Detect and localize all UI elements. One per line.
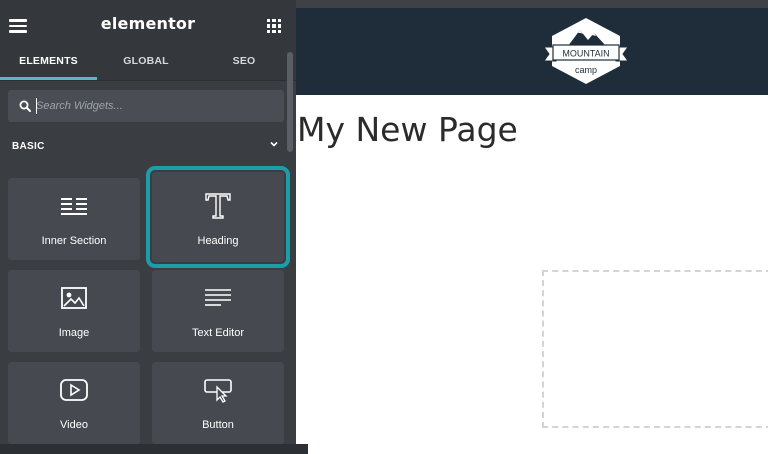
heading-icon <box>205 193 231 219</box>
page-title[interactable]: My New Page <box>297 110 518 149</box>
basic-section-header[interactable]: BASIC <box>0 130 284 164</box>
text-editor-icon <box>205 289 231 306</box>
search-box <box>8 90 284 122</box>
logo-line2: camp <box>575 65 597 75</box>
section-title: BASIC <box>12 141 45 152</box>
widget-heading[interactable]: Heading <box>146 166 290 268</box>
video-icon <box>60 379 88 401</box>
search-input[interactable] <box>36 95 276 117</box>
apps-grid-icon[interactable] <box>267 19 281 33</box>
widget-label: Video <box>60 419 88 431</box>
logo-line1: MOUNTAIN <box>562 49 609 59</box>
panel-header: elementor <box>0 0 296 50</box>
widget-button[interactable]: Button <box>152 362 284 444</box>
chevron-down-icon <box>270 141 278 147</box>
tab-seo[interactable]: SEO <box>195 50 293 81</box>
site-header[interactable]: MOUNTAIN camp <box>296 8 768 95</box>
panel-brand: elementor <box>100 14 196 33</box>
widget-inner-section[interactable]: Inner Section <box>8 178 140 260</box>
widget-label: Text Editor <box>192 327 244 339</box>
panel-footer <box>0 444 308 454</box>
widget-label: Image <box>58 327 90 339</box>
drop-zone[interactable] <box>542 270 768 428</box>
widget-label: Button <box>202 419 234 431</box>
image-icon <box>61 287 87 309</box>
editor-window: MOUNTAIN camp My New Page elementor ELEM… <box>0 0 768 454</box>
panel-tabs: ELEMENTS GLOBAL SEO <box>0 50 296 81</box>
widget-video[interactable]: Video <box>8 362 140 444</box>
elementor-panel: elementor ELEMENTS GLOBAL SEO BASIC <box>0 0 308 454</box>
tab-global[interactable]: GLOBAL <box>97 50 195 81</box>
tab-elements[interactable]: ELEMENTS <box>0 50 97 81</box>
widget-label: Inner Section <box>41 235 107 247</box>
search-icon <box>19 100 31 112</box>
inner-section-icon <box>61 198 87 215</box>
text-cursor <box>36 98 37 114</box>
mountain-camp-logo[interactable]: MOUNTAIN camp <box>540 16 632 86</box>
widget-label: Heading <box>197 235 239 247</box>
panel-scrollbar[interactable] <box>287 52 293 152</box>
widget-text-editor[interactable]: Text Editor <box>152 270 284 352</box>
button-icon <box>204 379 232 403</box>
widget-image[interactable]: Image <box>8 270 140 352</box>
